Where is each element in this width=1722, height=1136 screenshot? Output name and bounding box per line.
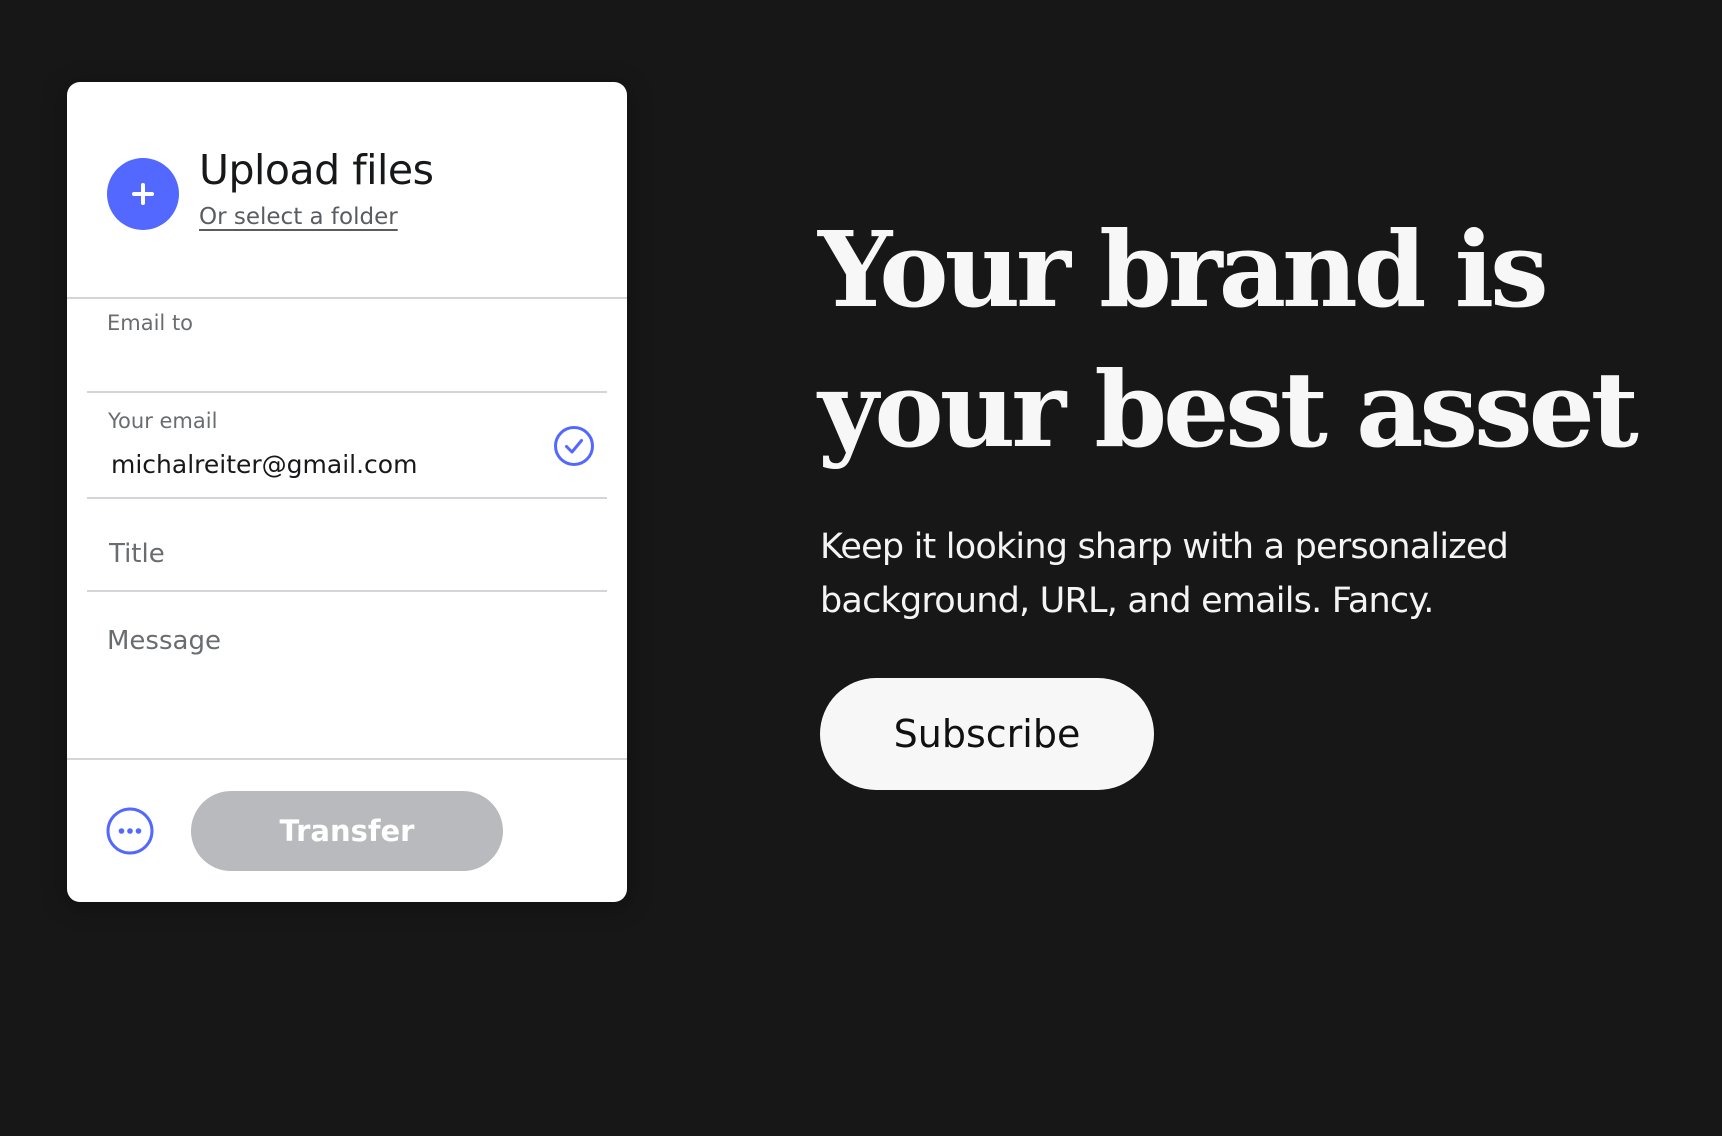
field-divider bbox=[87, 497, 607, 499]
headline-line-2: your best asset bbox=[818, 348, 1639, 471]
footer-divider bbox=[67, 758, 627, 760]
promo-subtext: Keep it looking sharp with a personalize… bbox=[820, 527, 1509, 621]
your-email-label: Your email bbox=[108, 409, 218, 433]
field-divider bbox=[87, 590, 607, 592]
upload-title[interactable]: Upload files bbox=[199, 146, 434, 194]
message-field[interactable] bbox=[107, 626, 587, 746]
check-circle-icon bbox=[554, 426, 594, 466]
your-email-field[interactable] bbox=[111, 444, 551, 484]
title-field[interactable] bbox=[109, 534, 589, 574]
upload-card: Upload files Or select a folder Email to… bbox=[67, 82, 627, 902]
field-divider bbox=[87, 391, 607, 393]
email-to-label: Email to bbox=[107, 311, 194, 335]
more-options-icon[interactable] bbox=[106, 807, 154, 855]
promo-headline: Your brand is your best asset bbox=[818, 200, 1639, 480]
transfer-button[interactable]: Transfer bbox=[191, 791, 503, 871]
header-divider bbox=[67, 297, 627, 299]
add-files-button[interactable] bbox=[107, 158, 179, 230]
subscribe-button[interactable]: Subscribe bbox=[820, 678, 1154, 790]
select-folder-link[interactable]: Or select a folder bbox=[199, 204, 398, 230]
headline-line-1: Your brand is bbox=[818, 208, 1549, 331]
upload-header: Upload files Or select a folder bbox=[67, 82, 627, 298]
page: Upload files Or select a folder Email to… bbox=[0, 0, 1722, 1136]
